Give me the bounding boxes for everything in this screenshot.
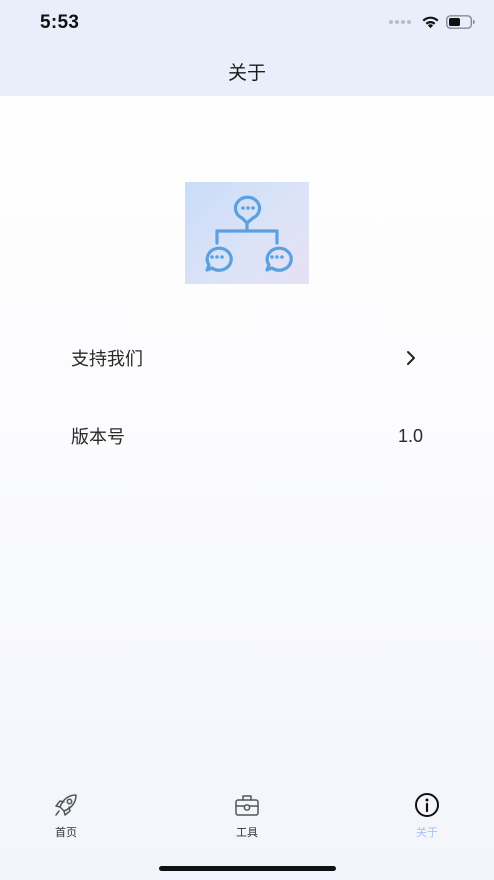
support-us-label: 支持我们 — [71, 349, 143, 370]
toolbox-icon — [235, 795, 259, 816]
page-title: 关于 — [227, 62, 266, 84]
tab-tools[interactable]: 工具 — [207, 790, 287, 840]
chat-hierarchy-icon — [205, 195, 293, 272]
tab-tools-label: 工具 — [236, 826, 258, 839]
tab-about-label: 关于 — [416, 826, 438, 839]
version-row: 版本号 1.0 — [71, 416, 423, 456]
tab-home-label: 首页 — [55, 826, 77, 839]
about-screen: 5:53 关于 支持我们 版本号 1.0 首页 工具 关于 — [0, 0, 494, 880]
tab-bar: 首页 工具 关于 — [0, 790, 494, 852]
status-time: 5:53 — [40, 12, 80, 33]
support-us-row[interactable]: 支持我们 — [71, 338, 423, 378]
tab-home[interactable]: 首页 — [26, 790, 106, 840]
chevron-right-icon — [407, 351, 415, 365]
status-indicators — [389, 15, 476, 29]
wifi-icon — [422, 16, 439, 29]
rocket-icon — [55, 794, 77, 816]
version-value: 1.0 — [397, 425, 423, 446]
header: 5:53 关于 — [0, 0, 494, 96]
battery-icon — [446, 15, 475, 29]
tab-about[interactable]: 关于 — [387, 790, 467, 840]
app-logo — [185, 182, 309, 284]
cellular-signal-icon — [389, 20, 411, 24]
version-label: 版本号 — [71, 427, 125, 448]
info-icon — [415, 793, 439, 817]
home-indicator — [159, 866, 336, 871]
